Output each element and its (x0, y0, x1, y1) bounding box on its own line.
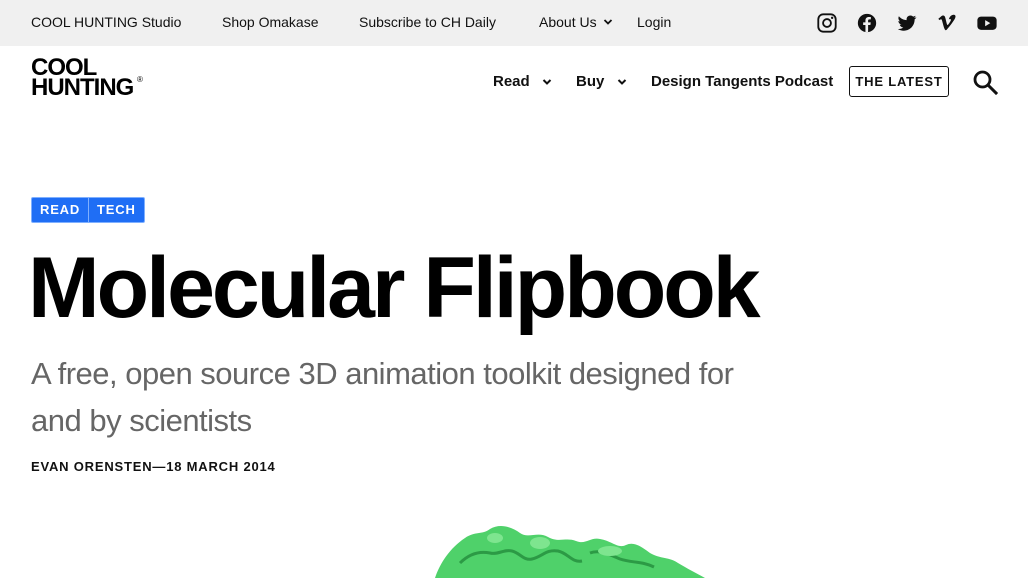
search-icon[interactable] (972, 69, 998, 95)
logo-line-2: HUNTING (31, 74, 134, 101)
youtube-icon[interactable] (976, 12, 998, 34)
cool-hunting-logo[interactable]: COOL HUNTING ® (31, 56, 147, 101)
nav-buy[interactable]: Buy (576, 74, 604, 90)
shop-omakase-link[interactable]: Shop Omakase (222, 14, 319, 30)
utility-bar: COOL HUNTING Studio Shop Omakase Subscri… (0, 0, 1028, 46)
the-latest-button[interactable]: THE LATEST (849, 66, 949, 97)
category-tags: READ TECH (31, 197, 145, 223)
nav-design-tangents-podcast[interactable]: Design Tangents Podcast (651, 74, 833, 90)
instagram-icon[interactable] (816, 12, 838, 34)
login-link[interactable]: Login (637, 14, 671, 30)
article-title: Molecular Flipbook (28, 240, 761, 336)
studio-link[interactable]: COOL HUNTING Studio (31, 14, 181, 30)
about-chevron-down-icon[interactable] (603, 17, 613, 27)
tag-read[interactable]: READ (32, 198, 88, 222)
tag-tech[interactable]: TECH (88, 198, 144, 222)
subscribe-link[interactable]: Subscribe to CH Daily (359, 14, 496, 30)
twitter-icon[interactable] (896, 12, 918, 34)
hero-image (435, 526, 705, 578)
article-subtitle: A free, open source 3D animation toolkit… (31, 356, 734, 438)
article-byline: EVAN ORENSTEN—18 MARCH 2014 (31, 459, 276, 474)
registered-mark: ® (137, 75, 143, 84)
buy-chevron-down-icon[interactable] (617, 77, 627, 87)
facebook-icon[interactable] (856, 12, 878, 34)
about-us-link[interactable]: About Us (539, 14, 597, 30)
nav-read[interactable]: Read (493, 74, 530, 90)
vimeo-icon[interactable] (936, 12, 958, 34)
read-chevron-down-icon[interactable] (542, 77, 552, 87)
